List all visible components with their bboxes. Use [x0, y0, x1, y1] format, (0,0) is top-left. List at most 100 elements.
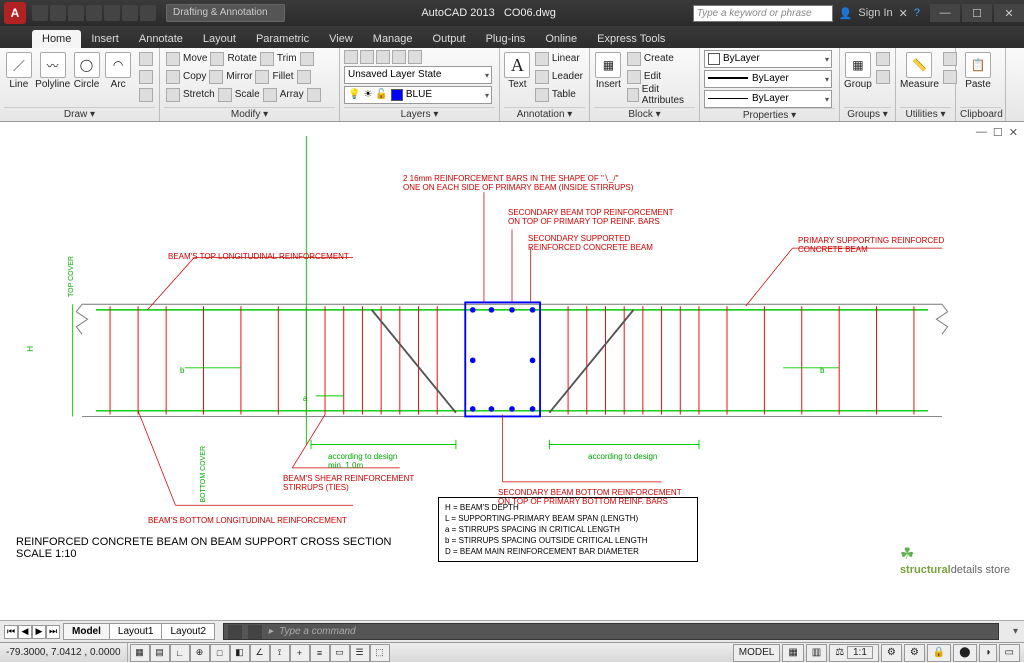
help-search-input[interactable]: Type a keyword or phrase — [693, 5, 833, 22]
quickview-drawings-icon[interactable]: ▥ — [806, 644, 827, 662]
anno-scale-button[interactable]: ⚖ 1:1 — [829, 644, 879, 662]
linetype-combo[interactable]: ByLayer — [704, 90, 832, 108]
mod-extra3-icon[interactable] — [307, 88, 321, 102]
panel-layers-label[interactable]: Layers ▾ — [344, 107, 495, 121]
tpy-toggle[interactable]: ▭ — [330, 644, 350, 662]
qp-toggle[interactable]: ☰ — [350, 644, 370, 662]
polyline-button[interactable]: 〰Polyline — [36, 50, 70, 90]
help-icon[interactable]: ? — [914, 7, 920, 19]
tab-manage[interactable]: Manage — [363, 30, 423, 48]
3dosnap-toggle[interactable]: ◧ — [230, 644, 250, 662]
tab-annotate[interactable]: Annotate — [129, 30, 193, 48]
qat-saveas-icon[interactable] — [86, 5, 102, 21]
mirror-icon[interactable] — [209, 70, 223, 84]
app-menu-button[interactable]: A — [4, 2, 26, 24]
insert-button[interactable]: ▦Insert — [594, 50, 623, 90]
measure-button[interactable]: 📏Measure — [900, 50, 939, 90]
drawing-canvas[interactable]: — ☐ ✕ — [0, 122, 1024, 626]
tab-parametric[interactable]: Parametric — [246, 30, 319, 48]
copy-icon[interactable] — [166, 70, 180, 84]
panel-draw-label[interactable]: Draw ▾ — [4, 107, 155, 121]
ducs-toggle[interactable]: ⟟ — [270, 644, 290, 662]
util2-icon[interactable] — [943, 70, 957, 84]
panel-block-label[interactable]: Block ▾ — [594, 107, 695, 121]
tab-next-button[interactable]: ▶ — [32, 625, 46, 639]
edit-attributes-button[interactable]: Edit Attributes — [625, 86, 695, 103]
linear-dim-button[interactable]: Linear — [533, 50, 585, 67]
arc-button[interactable]: ◠Arc — [103, 50, 133, 90]
panel-properties-label[interactable]: Properties ▾ — [704, 108, 835, 122]
layer-state-combo[interactable]: Unsaved Layer State — [344, 66, 492, 84]
otrack-toggle[interactable]: ∠ — [250, 644, 270, 662]
stretch-icon[interactable] — [166, 88, 180, 102]
tab-view[interactable]: View — [319, 30, 363, 48]
qat-undo-icon[interactable] — [122, 5, 138, 21]
array-icon[interactable] — [263, 88, 277, 102]
qat-redo-icon[interactable] — [140, 5, 156, 21]
group-button[interactable]: ▦Group — [844, 50, 872, 90]
tab-home[interactable]: Home — [32, 30, 81, 48]
command-line[interactable]: ▸ Type a command — [223, 623, 999, 640]
grid-toggle[interactable]: ▤ — [150, 644, 170, 662]
qat-plot-icon[interactable] — [104, 5, 120, 21]
qat-new-icon[interactable] — [32, 5, 48, 21]
cmd-menu-icon[interactable]: ▾ — [1013, 626, 1018, 637]
clean-screen-icon[interactable]: ▭ — [999, 644, 1020, 662]
ws-switch-icon[interactable]: ⚙ — [904, 644, 925, 662]
groupedit-icon[interactable] — [876, 70, 890, 84]
layer-current-combo[interactable]: 💡☀🔓BLUE — [344, 86, 492, 104]
cmd-recent-icon[interactable] — [248, 625, 262, 639]
table-button[interactable]: Table — [533, 86, 585, 103]
lwt-toggle[interactable]: ≡ — [310, 644, 330, 662]
exchange-icon[interactable]: ✕ — [899, 7, 908, 20]
layer-off-icon[interactable] — [360, 50, 374, 64]
snap-toggle[interactable]: ▦ — [130, 644, 150, 662]
mod-extra2-icon[interactable] — [297, 70, 311, 84]
panel-clipboard-label[interactable]: Clipboard — [960, 107, 1001, 121]
ungroup-icon[interactable] — [876, 52, 890, 66]
panel-modify-label[interactable]: Modify ▾ — [164, 107, 335, 121]
draw-misc-3-icon[interactable] — [139, 88, 153, 102]
tab-insert[interactable]: Insert — [81, 30, 129, 48]
create-block-button[interactable]: Create — [625, 50, 695, 67]
lineweight-combo[interactable]: ByLayer — [704, 70, 832, 88]
circle-button[interactable]: ◯Circle — [72, 50, 102, 90]
line-button[interactable]: ／Line — [4, 50, 34, 90]
sc-toggle[interactable]: ⬚ — [370, 644, 390, 662]
hardware-accel-icon[interactable]: ⬤ — [953, 644, 976, 662]
tab-express[interactable]: Express Tools — [587, 30, 675, 48]
osnap-toggle[interactable]: □ — [210, 644, 230, 662]
mod-extra1-icon[interactable] — [300, 52, 314, 66]
draw-misc-1-icon[interactable] — [139, 52, 153, 66]
tab-model[interactable]: Model — [63, 623, 110, 640]
layer-props-icon[interactable] — [344, 50, 358, 64]
panel-groups-label[interactable]: Groups ▾ — [844, 107, 891, 121]
edit-block-button[interactable]: Edit — [625, 68, 695, 85]
cmd-close-icon[interactable] — [228, 625, 242, 639]
rotate-icon[interactable] — [210, 52, 224, 66]
layer-iso-icon[interactable] — [408, 50, 422, 64]
qat-save-icon[interactable] — [68, 5, 84, 21]
quickview-layouts-icon[interactable]: ▦ — [782, 644, 803, 662]
anno-vis-icon[interactable]: ⚙ — [881, 644, 902, 662]
coords-readout[interactable]: -79.3000, 7.0412 , 0.0000 — [0, 643, 128, 662]
paste-button[interactable]: 📋Paste — [960, 50, 996, 90]
scale-icon[interactable] — [218, 88, 232, 102]
tab-plugins[interactable]: Plug-ins — [476, 30, 536, 48]
draw-misc-2-icon[interactable] — [139, 70, 153, 84]
tab-output[interactable]: Output — [423, 30, 476, 48]
close-button[interactable]: ✕ — [994, 4, 1024, 22]
tab-prev-button[interactable]: ◀ — [18, 625, 32, 639]
text-button[interactable]: AText — [504, 50, 531, 90]
tab-first-button[interactable]: ⏮ — [4, 625, 18, 639]
toolbar-lock-icon[interactable]: 🔒 — [927, 644, 951, 662]
tab-layout1[interactable]: Layout1 — [109, 623, 163, 640]
isolate-icon[interactable]: ◑ — [979, 644, 997, 662]
layer-lock-icon[interactable] — [392, 50, 406, 64]
workspace-switcher[interactable]: Drafting & Annotation — [166, 4, 285, 22]
tab-layout[interactable]: Layout — [193, 30, 246, 48]
maximize-button[interactable]: ☐ — [962, 4, 992, 22]
leader-button[interactable]: Leader — [533, 68, 585, 85]
qat-open-icon[interactable] — [50, 5, 66, 21]
tab-last-button[interactable]: ⏭ — [46, 625, 60, 639]
